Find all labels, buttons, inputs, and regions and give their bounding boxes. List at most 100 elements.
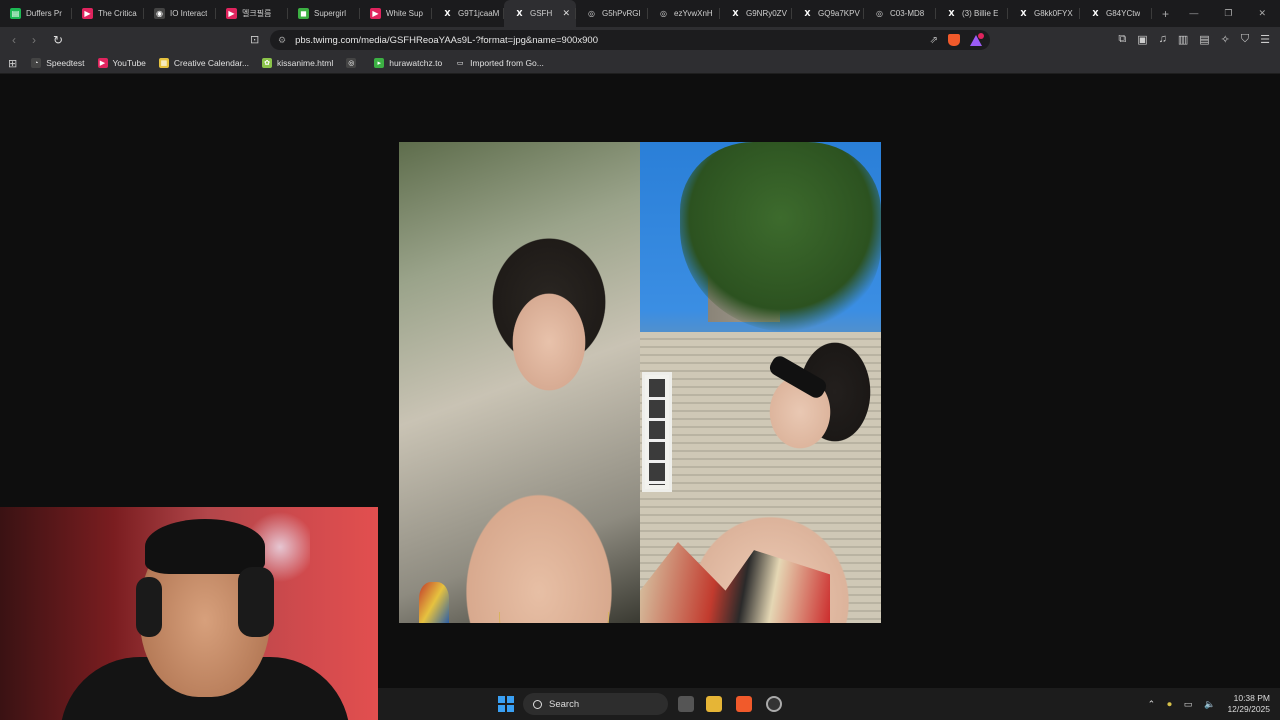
extension-icons: ⧉ ▣ ♫ ▥ ▤ ✧ ⛉ ☰ (1118, 33, 1270, 46)
tab-label: 멜크필름 (242, 9, 272, 18)
browser-tab[interactable]: ◉ IO Interact (144, 0, 216, 27)
bookmark-favicon-icon: ▶ (97, 58, 108, 68)
clock-date: 12/29/2025 (1227, 704, 1270, 714)
site-favicon-icon: ▶ (82, 8, 93, 19)
bookmark-item[interactable]: ▶ YouTube (97, 58, 146, 68)
browser-tab[interactable]: X GQ9a7KPV (792, 0, 864, 27)
system-tray: ⌃ ⏺ ▭ 🔈 10:38 PM 12/29/2025 (1148, 693, 1270, 715)
vpn-icon[interactable]: ⛉ (1241, 33, 1249, 46)
leo-ai-icon[interactable]: ✧ (1221, 33, 1230, 46)
bookmark-label: Speedtest (46, 58, 85, 68)
displayed-image[interactable] (399, 142, 881, 623)
browser-tab[interactable]: ▶ The Critica (72, 0, 144, 27)
menu-icon[interactable]: ☰ (1260, 33, 1270, 46)
tray-chevron-icon[interactable]: ⌃ (1148, 699, 1156, 710)
browser-tab[interactable]: ◼ Supergirl (288, 0, 360, 27)
search-label: Search (549, 698, 580, 710)
close-tab-icon[interactable]: ✕ (562, 8, 570, 19)
tab-label: GQ9a7KPV (818, 9, 860, 18)
media-icon[interactable]: ♫ (1159, 33, 1167, 46)
tab-label: The Critica (98, 9, 137, 18)
bookmark-favicon-icon: ✿ (262, 58, 273, 68)
apps-grid-icon[interactable]: ⊞ (8, 57, 17, 70)
address-bar[interactable]: ⚙ pbs.twimg.com/media/GSFHReoaYAAs9L-?fo… (270, 30, 990, 50)
bookmark-favicon-icon: ▸ (374, 58, 385, 68)
back-icon[interactable]: ‹ (4, 33, 24, 47)
brave-rewards-icon[interactable] (970, 32, 984, 46)
brave-browser-icon[interactable] (736, 696, 752, 712)
url-text[interactable]: pbs.twimg.com/media/GSFHReoaYAAs9L-?form… (295, 35, 598, 46)
bookmarks-bar: ⊞ ◔ Speedtest ▶ YouTube ▦ Creative Calendar..… (0, 53, 1280, 74)
x-logo-icon: X (444, 9, 451, 18)
forward-icon[interactable]: › (24, 33, 44, 47)
bookmark-item[interactable]: ▭ Imported from Go... (455, 58, 544, 68)
browser-tab[interactable]: X G9T1jcaaM (432, 0, 504, 27)
bookmark-item[interactable]: ▦ Creative Calendar... (158, 58, 250, 68)
browser-tab[interactable]: ◎ ezYvwXnH (648, 0, 720, 27)
browser-tab[interactable]: ▤ Duffers Pr (0, 0, 72, 27)
webcam-overlay (0, 507, 378, 720)
file-explorer-icon[interactable] (706, 696, 722, 712)
minimize-button[interactable]: — (1189, 8, 1198, 19)
bookmark-item[interactable]: ▸ hurawatchz.to (374, 58, 442, 68)
bookmark-label: kissanime.html (277, 58, 334, 68)
subject-left (439, 212, 639, 623)
bookmark-item[interactable]: ◎ (346, 58, 361, 68)
reload-icon[interactable]: ↻ (48, 33, 68, 47)
windows-taskbar: Search ⌃ ⏺ ▭ 🔈 10:38 PM 12/29/2025 (378, 688, 1280, 720)
browser-tab[interactable]: ◎ G5hPvRGI (576, 0, 648, 27)
bookmark-item[interactable]: ◔ Speedtest (31, 58, 85, 68)
tab-label: ezYvwXnH (674, 9, 713, 18)
tab-label: White Sup (386, 9, 423, 18)
browser-tab[interactable]: X GSFH ✕ (504, 0, 576, 27)
new-tab-button[interactable]: + (1162, 7, 1169, 21)
start-button[interactable] (498, 696, 514, 712)
bookmark-favicon-icon: ◎ (346, 58, 357, 68)
browser-tab[interactable]: X G8kk0FYX (1008, 0, 1080, 27)
x-logo-icon: X (1020, 9, 1027, 18)
taskbar-search[interactable]: Search (523, 693, 668, 715)
x-logo-icon: X (1092, 9, 1099, 18)
tab-label: G5hPvRGI (602, 9, 641, 18)
search-icon (533, 699, 542, 709)
x-logo-icon: X (804, 9, 811, 18)
bookmark-favicon-icon: ▭ (455, 58, 466, 68)
streamer-hair (145, 519, 265, 574)
tab-label: Duffers Pr (26, 9, 62, 18)
tab-label: GSFH (530, 9, 553, 18)
sidebar-icon[interactable]: ▥ (1178, 33, 1188, 46)
browser-tab[interactable]: ▶ White Sup (360, 0, 432, 27)
network-icon[interactable]: ▭ (1184, 699, 1193, 710)
tab-label: G8kk0FYX (1034, 9, 1073, 18)
site-info-icon[interactable]: ⚙ (278, 35, 286, 46)
extensions-icon[interactable]: ⧉ (1118, 33, 1126, 46)
browser-tab[interactable]: X G9NRy0ZV (720, 0, 792, 27)
close-window-button[interactable]: ✕ (1258, 8, 1266, 19)
clock[interactable]: 10:38 PM 12/29/2025 (1227, 693, 1270, 715)
browser-tab[interactable]: X G84YCtw (1080, 0, 1152, 27)
obs-icon[interactable] (766, 696, 782, 712)
image-left-panel (399, 142, 640, 623)
microphone-icon[interactable]: ⏺ (1167, 699, 1172, 710)
tab-strip: ▤ Duffers Pr ▶ The Critica ◉ IO Interact ▶ 멜크필름… (0, 0, 1280, 27)
clock-time: 10:38 PM (1233, 693, 1270, 703)
task-view-icon[interactable] (678, 696, 694, 712)
browser-tab[interactable]: ◎ C03-MD8 (864, 0, 936, 27)
bookmark-label: Creative Calendar... (173, 58, 250, 68)
share-icon[interactable]: ⇗ (930, 35, 938, 46)
maximize-button[interactable]: ❐ (1224, 8, 1232, 19)
volume-icon[interactable]: 🔈 (1204, 699, 1215, 710)
browser-tab[interactable]: X (3) Billie E (936, 0, 1008, 27)
x-logo-icon: X (732, 9, 739, 18)
bookmark-item[interactable]: ✿ kissanime.html (262, 58, 333, 68)
bookmark-icon[interactable]: ⊡ (250, 33, 259, 46)
wallet-icon[interactable]: ▤ (1199, 33, 1209, 46)
screenshot-icon[interactable]: ▣ (1137, 33, 1147, 46)
brave-shields-icon[interactable] (948, 34, 960, 46)
tab-label: (3) Billie E (962, 9, 999, 18)
window-controls: — ❐ ✕ (1189, 8, 1280, 19)
globe-icon: ◎ (876, 9, 883, 18)
tab-label: Supergirl (314, 9, 347, 18)
browser-tab[interactable]: ▶ 멜크필름 (216, 0, 288, 27)
tab-label: G9NRy0ZV (746, 9, 787, 18)
